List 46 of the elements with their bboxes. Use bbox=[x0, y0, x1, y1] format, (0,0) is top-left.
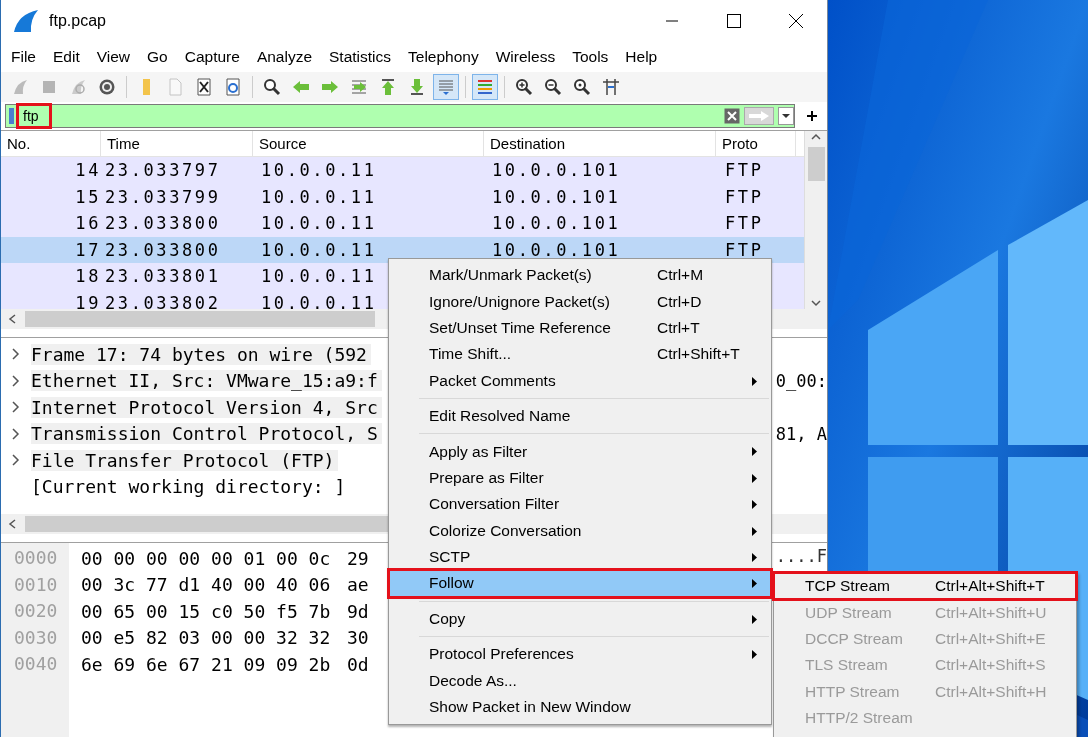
hex-bytes: ae bbox=[347, 574, 369, 596]
table-cell-text: 23.033800 bbox=[104, 213, 222, 234]
filter-text: ftp bbox=[19, 106, 49, 126]
table-cell-text: 10.0.0.101 bbox=[491, 160, 622, 181]
hex-offset: 0030 bbox=[13, 625, 59, 650]
table-cell-text: 14 bbox=[74, 160, 101, 181]
hex-bytes: 00 65 00 15 c0 50 f5 7b bbox=[81, 600, 332, 622]
table-cell-text: 10.0.0.11 bbox=[260, 239, 378, 260]
tree-item-text: 81, A bbox=[775, 424, 827, 443]
table-cell-text: 10.0.0.11 bbox=[260, 213, 378, 234]
hex-bytes: 6e 69 6e 67 21 09 09 2b bbox=[81, 653, 332, 675]
table-cell-text: FTP bbox=[724, 239, 765, 260]
hex-bytes: 00 e5 82 03 00 00 32 32 bbox=[81, 627, 332, 649]
hex-bytes: 9d bbox=[347, 600, 369, 622]
hex-offset: 0040 bbox=[13, 652, 59, 676]
hex-bytes: 29 bbox=[347, 547, 369, 569]
table-cell-text: 23.033800 bbox=[104, 239, 222, 260]
hex-bytes: 0d bbox=[347, 653, 369, 675]
hex-offset: 0020 bbox=[13, 599, 59, 623]
table-cell-text: 23.033797 bbox=[104, 160, 222, 181]
table-cell-text: 10.0.0.11 bbox=[260, 266, 377, 287]
hex-bytes: 00 00 00 00 00 01 00 0c bbox=[81, 547, 332, 569]
hex-offset: 0000 bbox=[13, 546, 59, 570]
table-cell-text: FTP bbox=[724, 160, 765, 181]
table-cell-text: 10.0.0.11 bbox=[260, 186, 378, 207]
table-cell-text: 18 bbox=[74, 266, 101, 287]
window-title: ftp.pcap bbox=[49, 12, 107, 30]
table-cell-text: 10.0.0.11 bbox=[260, 160, 378, 181]
ascii-text: ....F bbox=[775, 547, 827, 565]
table-cell-text: 23.033801 bbox=[104, 266, 222, 287]
table-cell-text: 10.0.0.11 bbox=[260, 292, 377, 309]
tree-item-text: 0_00: bbox=[775, 371, 827, 390]
table-cell-text: FTP bbox=[724, 213, 765, 234]
table-cell-text: 23.033802 bbox=[104, 292, 222, 309]
table-cell-text: 15 bbox=[74, 186, 101, 207]
table-cell-text: 10.0.0.101 bbox=[491, 186, 622, 207]
hex-offset: 0010 bbox=[13, 572, 59, 597]
hex-bytes: 00 3c 77 d1 40 00 40 06 bbox=[81, 574, 332, 596]
table-cell-text: 10.0.0.101 bbox=[491, 239, 622, 260]
table-cell-text: 16 bbox=[74, 213, 101, 234]
hex-bytes: 30 bbox=[347, 627, 369, 649]
table-cell-text: 10.0.0.101 bbox=[491, 213, 622, 234]
table-cell-text: 23.033799 bbox=[104, 186, 222, 207]
table-cell-text: FTP bbox=[724, 186, 765, 207]
table-cell-text: 17 bbox=[74, 239, 101, 260]
table-cell-text: 19 bbox=[74, 292, 101, 309]
